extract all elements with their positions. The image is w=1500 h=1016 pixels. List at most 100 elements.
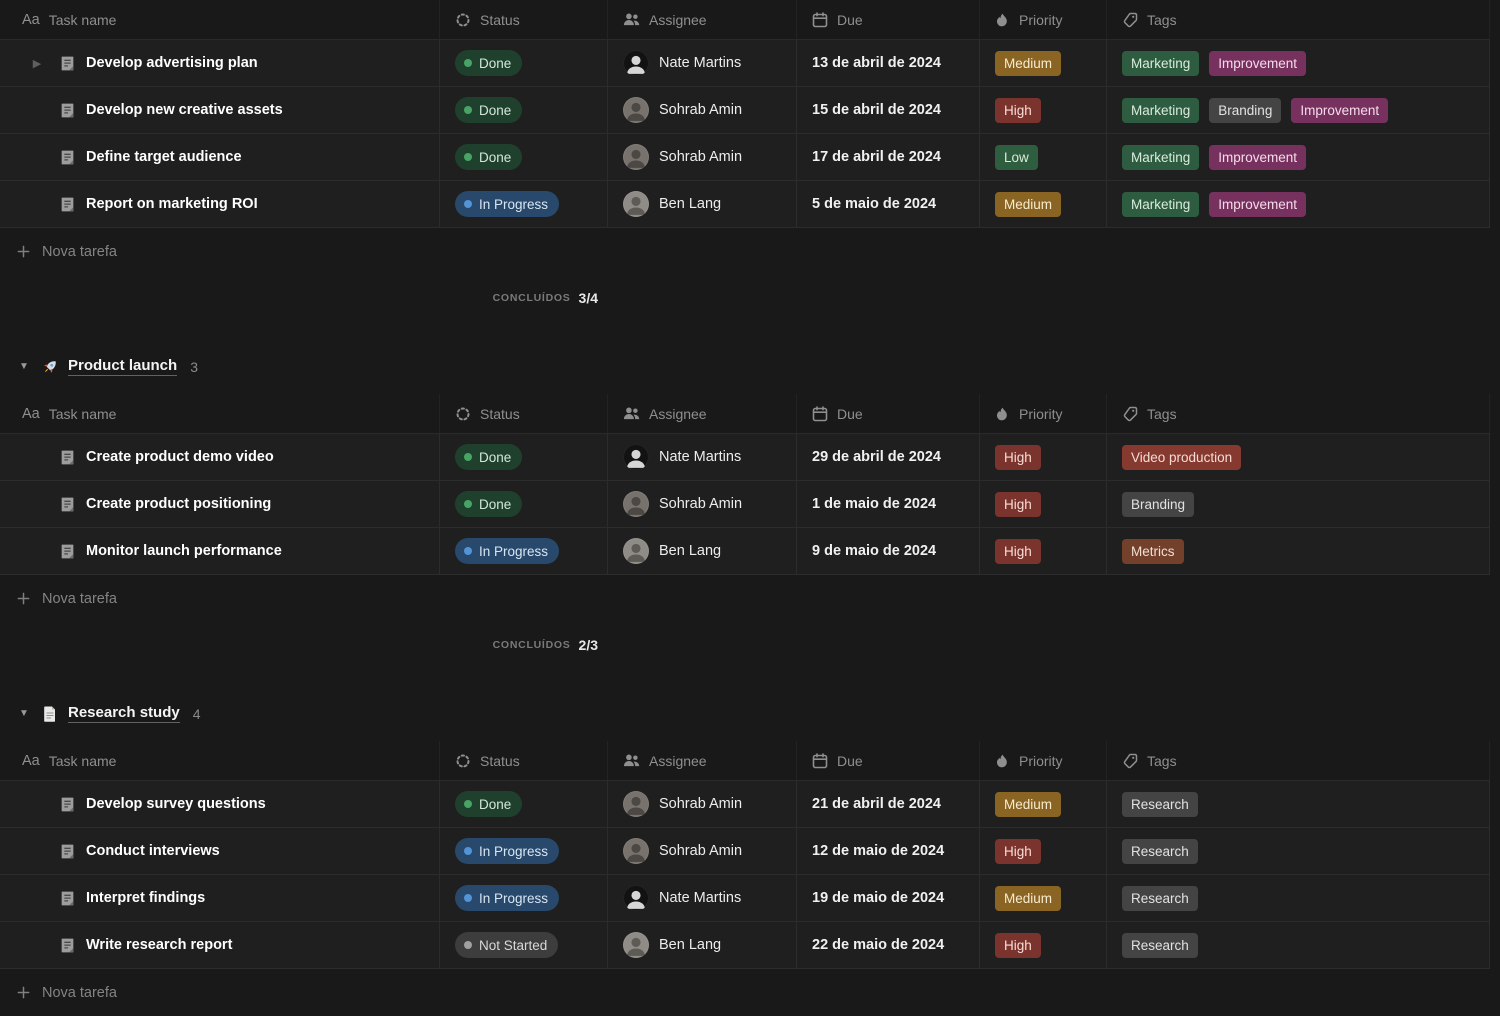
- assignee-cell[interactable]: Sohrab Amin: [608, 828, 797, 874]
- column-header-due[interactable]: Due: [797, 394, 980, 433]
- tags-cell[interactable]: Research: [1107, 828, 1490, 874]
- collapse-toggle-icon[interactable]: ▼: [14, 361, 34, 372]
- due-cell[interactable]: 9 de maio de 2024: [797, 528, 980, 574]
- column-header-status[interactable]: Status: [440, 741, 608, 780]
- due-date: 29 de abril de 2024: [812, 449, 941, 465]
- due-cell[interactable]: 12 de maio de 2024: [797, 828, 980, 874]
- task-name-cell[interactable]: Conduct interviews: [0, 828, 440, 874]
- new-task-button[interactable]: Nova tarefa: [0, 575, 1490, 622]
- task-name-cell[interactable]: Develop survey questions: [0, 781, 440, 827]
- due-cell[interactable]: 13 de abril de 2024: [797, 40, 980, 86]
- priority-cell[interactable]: High: [980, 87, 1107, 133]
- tags-cell[interactable]: Research: [1107, 781, 1490, 827]
- column-header-priority[interactable]: Priority: [980, 0, 1107, 39]
- column-header-task[interactable]: AaTask name: [0, 741, 440, 780]
- task-name-cell[interactable]: Write research report: [0, 922, 440, 968]
- assignee-cell[interactable]: Ben Lang: [608, 181, 797, 227]
- tags-cell[interactable]: Video production: [1107, 434, 1490, 480]
- priority-cell[interactable]: Low: [980, 134, 1107, 180]
- group-header: ▼Research study4: [0, 704, 1500, 723]
- status-cell[interactable]: Done: [440, 87, 608, 133]
- assignee-cell[interactable]: Ben Lang: [608, 528, 797, 574]
- column-header-task[interactable]: AaTask name: [0, 394, 440, 433]
- task-name-cell[interactable]: Create product positioning: [0, 481, 440, 527]
- status-cell[interactable]: In Progress: [440, 181, 608, 227]
- due-cell[interactable]: 29 de abril de 2024: [797, 434, 980, 480]
- task-name-cell[interactable]: Define target audience: [0, 134, 440, 180]
- priority-cell[interactable]: High: [980, 528, 1107, 574]
- status-cell[interactable]: In Progress: [440, 828, 608, 874]
- column-header-status[interactable]: Status: [440, 0, 608, 39]
- priority-cell[interactable]: Medium: [980, 181, 1107, 227]
- column-header-due[interactable]: Due: [797, 741, 980, 780]
- column-header-tags[interactable]: Tags: [1107, 0, 1490, 39]
- completed-aggregate[interactable]: CONCLUÍDOS2/3: [440, 622, 608, 668]
- column-header-status[interactable]: Status: [440, 394, 608, 433]
- column-header-tags[interactable]: Tags: [1107, 741, 1490, 780]
- task-name-cell[interactable]: ▶Develop advertising plan: [0, 40, 440, 86]
- status-cell[interactable]: Done: [440, 134, 608, 180]
- new-task-button[interactable]: Nova tarefa: [0, 228, 1490, 275]
- status-cell[interactable]: Done: [440, 481, 608, 527]
- status-cell[interactable]: Not Started: [440, 922, 608, 968]
- column-header-assignee[interactable]: Assignee: [608, 0, 797, 39]
- column-header-priority[interactable]: Priority: [980, 394, 1107, 433]
- task-name-cell[interactable]: Report on marketing ROI: [0, 181, 440, 227]
- status-cell[interactable]: In Progress: [440, 528, 608, 574]
- priority-cell[interactable]: High: [980, 481, 1107, 527]
- task-row: Monitor launch performanceIn ProgressBen…: [0, 528, 1490, 575]
- column-header-assignee[interactable]: Assignee: [608, 741, 797, 780]
- new-task-button[interactable]: Nova tarefa: [0, 969, 1490, 1016]
- tags-cell[interactable]: MarketingImprovement: [1107, 181, 1490, 227]
- status-pill: In Progress: [455, 838, 559, 864]
- due-cell[interactable]: 21 de abril de 2024: [797, 781, 980, 827]
- status-cell[interactable]: In Progress: [440, 875, 608, 921]
- plus-icon: [16, 591, 31, 606]
- assignee-cell[interactable]: Nate Martins: [608, 875, 797, 921]
- group-title[interactable]: Product launch: [68, 357, 177, 376]
- column-header-due[interactable]: Due: [797, 0, 980, 39]
- assignee-cell[interactable]: Sohrab Amin: [608, 134, 797, 180]
- column-header-tags[interactable]: Tags: [1107, 394, 1490, 433]
- column-header-task[interactable]: AaTask name: [0, 0, 440, 39]
- tags-cell[interactable]: MarketingImprovement: [1107, 134, 1490, 180]
- tags-cell[interactable]: Research: [1107, 922, 1490, 968]
- task-name-cell[interactable]: Interpret findings: [0, 875, 440, 921]
- priority-cell[interactable]: Medium: [980, 781, 1107, 827]
- due-cell[interactable]: 1 de maio de 2024: [797, 481, 980, 527]
- status-cell[interactable]: Done: [440, 40, 608, 86]
- due-cell[interactable]: 19 de maio de 2024: [797, 875, 980, 921]
- task-row: Interpret findingsIn ProgressNate Martin…: [0, 875, 1490, 922]
- tags-cell[interactable]: Branding: [1107, 481, 1490, 527]
- priority-cell[interactable]: High: [980, 922, 1107, 968]
- assignee-cell[interactable]: Sohrab Amin: [608, 781, 797, 827]
- task-name-cell[interactable]: Develop new creative assets: [0, 87, 440, 133]
- task-name-cell[interactable]: Monitor launch performance: [0, 528, 440, 574]
- collapse-toggle-icon[interactable]: ▼: [14, 708, 34, 719]
- column-header-priority[interactable]: Priority: [980, 741, 1107, 780]
- status-cell[interactable]: Done: [440, 781, 608, 827]
- tags-cell[interactable]: Research: [1107, 875, 1490, 921]
- tags-cell[interactable]: Metrics: [1107, 528, 1490, 574]
- group-title[interactable]: Research study: [68, 704, 180, 723]
- due-cell[interactable]: 15 de abril de 2024: [797, 87, 980, 133]
- due-cell[interactable]: 5 de maio de 2024: [797, 181, 980, 227]
- assignee-cell[interactable]: Sohrab Amin: [608, 87, 797, 133]
- column-header-assignee[interactable]: Assignee: [608, 394, 797, 433]
- assignee-cell[interactable]: Sohrab Amin: [608, 481, 797, 527]
- status-cell[interactable]: Done: [440, 434, 608, 480]
- assignee-cell[interactable]: Nate Martins: [608, 434, 797, 480]
- priority-cell[interactable]: High: [980, 828, 1107, 874]
- priority-cell[interactable]: High: [980, 434, 1107, 480]
- tags-cell[interactable]: MarketingImprovement: [1107, 40, 1490, 86]
- tags-cell[interactable]: MarketingBrandingImprovement: [1107, 87, 1490, 133]
- expand-toggle-icon[interactable]: ▶: [15, 57, 59, 70]
- due-cell[interactable]: 17 de abril de 2024: [797, 134, 980, 180]
- assignee-cell[interactable]: Ben Lang: [608, 922, 797, 968]
- task-name-cell[interactable]: Create product demo video: [0, 434, 440, 480]
- priority-cell[interactable]: Medium: [980, 40, 1107, 86]
- due-cell[interactable]: 22 de maio de 2024: [797, 922, 980, 968]
- completed-aggregate[interactable]: CONCLUÍDOS3/4: [440, 275, 608, 321]
- priority-cell[interactable]: Medium: [980, 875, 1107, 921]
- assignee-cell[interactable]: Nate Martins: [608, 40, 797, 86]
